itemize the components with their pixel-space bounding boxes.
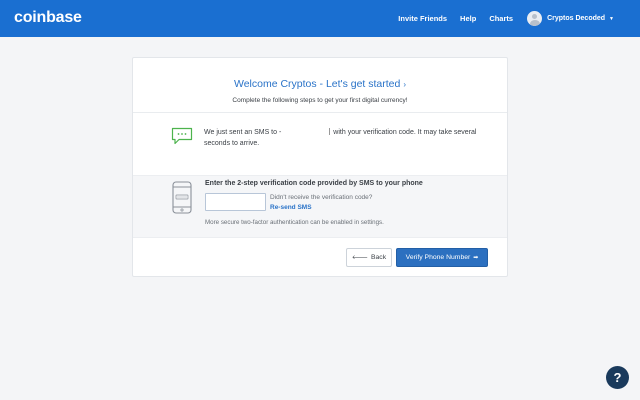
chevron-right-icon: ›: [403, 80, 407, 89]
coinbase-logo[interactable]: coinbase: [14, 9, 82, 27]
nav-link-help[interactable]: Help: [460, 14, 476, 23]
top-navigation-bar: coinbase Invite Friends Help Charts Cryp…: [0, 0, 640, 37]
resend-sms-link[interactable]: Re-send SMS: [270, 204, 312, 211]
nav-links: Invite Friends Help Charts Cryptos Decod…: [385, 0, 614, 37]
user-menu[interactable]: Cryptos Decoded ▼: [527, 11, 614, 26]
verification-instructions: Enter the 2-step verification code provi…: [205, 180, 423, 187]
page-title: Welcome Cryptos - Let's get started: [233, 78, 401, 90]
verification-code-input[interactable]: [205, 193, 266, 211]
user-name: Cryptos Decoded: [547, 15, 606, 22]
card-header: Welcome Cryptos - Let's get started › Com…: [133, 58, 507, 113]
page-subtitle: Complete the following steps to get your…: [232, 97, 408, 104]
didnt-receive-text: Didn't receive the verification code?: [270, 194, 373, 201]
verify-button-label: Verify Phone Number: [405, 254, 471, 261]
two-factor-note: More secure two-factor authentication ca…: [205, 219, 384, 226]
verify-phone-number-button[interactable]: Verify Phone Number ➡: [396, 248, 488, 267]
phone-icon: [172, 181, 192, 214]
avatar: [527, 11, 543, 26]
arrow-left-icon: 🡐: [351, 255, 368, 261]
text-cursor: [329, 128, 331, 135]
onboarding-card: Welcome Cryptos - Let's get started › Com…: [132, 57, 508, 277]
back-button-label: Back: [370, 254, 387, 261]
sms-text-before: We just sent an SMS to -: [204, 129, 282, 136]
chevron-down-icon: ▼: [609, 15, 614, 22]
nav-link-charts[interactable]: Charts: [489, 14, 513, 23]
help-glyph: ?: [613, 370, 622, 385]
sms-sent-message: We just sent an SMS to - with your verifi…: [204, 128, 494, 149]
verification-section: Enter the 2-step verification code provi…: [133, 175, 507, 238]
sms-sent-section: We just sent an SMS to - with your verifi…: [133, 113, 507, 175]
nav-link-invite-friends[interactable]: Invite Friends: [398, 14, 447, 23]
help-question-icon[interactable]: ?: [606, 366, 629, 389]
arrow-right-icon: ➡: [473, 255, 479, 261]
chat-bubble-icon: [171, 127, 193, 145]
back-button[interactable]: 🡐 Back: [346, 248, 392, 267]
